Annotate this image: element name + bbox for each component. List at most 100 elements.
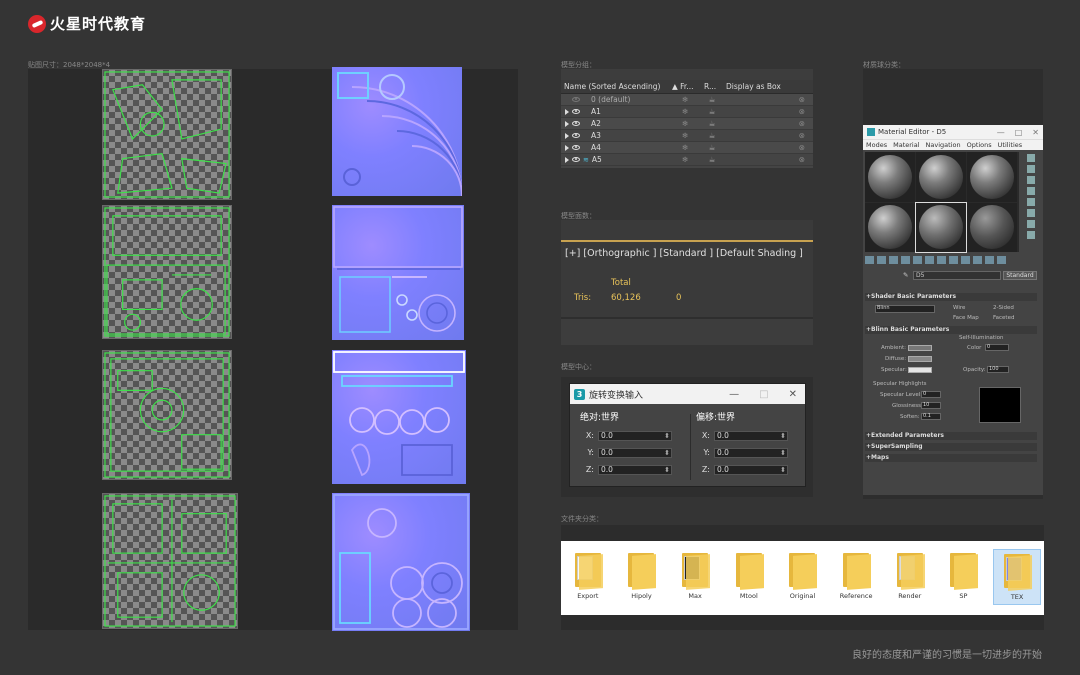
- layer-row[interactable]: A3 ❄ ☕ ⊗: [561, 130, 813, 142]
- eyedropper-icon[interactable]: ✎: [903, 271, 908, 279]
- sample-slot[interactable]: [916, 152, 966, 202]
- material-id-icon[interactable]: [949, 256, 958, 264]
- put-to-scene-icon[interactable]: [877, 256, 886, 264]
- make-preview-icon[interactable]: [1027, 209, 1035, 217]
- go-forward-icon[interactable]: [997, 256, 1006, 264]
- specular-swatch[interactable]: [908, 367, 932, 373]
- self-illum-value[interactable]: 0: [985, 344, 1009, 351]
- blinn-params-rollout[interactable]: Blinn Basic Parameters: [865, 326, 1037, 334]
- freeze-icon[interactable]: ❄: [669, 119, 701, 128]
- column-display-as-box[interactable]: Display as Box: [723, 82, 813, 91]
- offset-x-spinner[interactable]: 0.0: [714, 430, 788, 441]
- eye-icon[interactable]: [572, 145, 580, 150]
- box-icon[interactable]: ⊗: [723, 119, 813, 128]
- sample-slot[interactable]: [967, 152, 1017, 202]
- column-name[interactable]: Name (Sorted Ascending): [561, 82, 669, 91]
- layer-row[interactable]: 0 (default) ❄ ☕ ⊗: [561, 94, 813, 106]
- specular-level-value[interactable]: 0: [921, 391, 941, 398]
- menu-navigation[interactable]: Navigation: [926, 141, 961, 149]
- freeze-icon[interactable]: ❄: [669, 107, 701, 116]
- shader-params-rollout[interactable]: Shader Basic Parameters: [865, 293, 1037, 301]
- expand-icon[interactable]: [565, 108, 569, 115]
- menu-material[interactable]: Material: [893, 141, 919, 149]
- show-map-icon[interactable]: [961, 256, 970, 264]
- close-icon[interactable]: ✕: [1032, 128, 1039, 137]
- uv-tiling-icon[interactable]: [1027, 187, 1035, 195]
- faceted-checkbox[interactable]: Faceted: [993, 315, 1014, 321]
- folder-original[interactable]: Original: [778, 549, 826, 600]
- absolute-z-spinner[interactable]: 0.0: [598, 464, 672, 475]
- freeze-icon[interactable]: ❄: [669, 155, 701, 164]
- sample-slot[interactable]: [967, 202, 1017, 252]
- offset-y-spinner[interactable]: 0.0: [714, 447, 788, 458]
- extended-params-rollout[interactable]: Extended Parameters: [865, 432, 1037, 440]
- eye-icon[interactable]: [572, 121, 580, 126]
- maximize-icon[interactable]: □: [1015, 128, 1023, 137]
- maps-rollout[interactable]: Maps: [865, 454, 1037, 462]
- folder-sp[interactable]: SP: [939, 549, 987, 600]
- freeze-icon[interactable]: ❄: [669, 143, 701, 152]
- minimize-icon[interactable]: —: [997, 128, 1005, 137]
- color-checkbox[interactable]: Color: [967, 345, 981, 351]
- menu-utilities[interactable]: Utilities: [998, 141, 1022, 149]
- material-name-field[interactable]: D5: [913, 271, 1001, 280]
- eye-icon[interactable]: [572, 157, 580, 162]
- dialog-titlebar[interactable]: 3 旋转变换输入 — □ ✕: [570, 384, 805, 404]
- offset-z-spinner[interactable]: 0.0: [714, 464, 788, 475]
- sample-slot-selected[interactable]: [915, 201, 967, 253]
- options-icon[interactable]: [1027, 220, 1035, 228]
- video-check-icon[interactable]: [1027, 198, 1035, 206]
- folder-export[interactable]: Export: [564, 549, 612, 600]
- reset-map-icon[interactable]: [901, 256, 910, 264]
- sample-slot[interactable]: [865, 202, 915, 252]
- freeze-icon[interactable]: ❄: [669, 95, 701, 104]
- layer-row[interactable]: A4 ❄ ☕ ⊗: [561, 142, 813, 154]
- copy-material-icon[interactable]: [913, 256, 922, 264]
- box-icon[interactable]: ⊗: [723, 131, 813, 140]
- teapot-icon[interactable]: ☕: [701, 131, 723, 140]
- teapot-icon[interactable]: ☕: [701, 155, 723, 164]
- opacity-value[interactable]: 100: [987, 366, 1009, 373]
- diffuse-swatch[interactable]: [908, 356, 932, 362]
- eye-icon[interactable]: [572, 109, 580, 114]
- layer-row[interactable]: A1 ❄ ☕ ⊗: [561, 106, 813, 118]
- folder-max[interactable]: Max: [671, 549, 719, 600]
- menu-modes[interactable]: Modes: [866, 141, 887, 149]
- material-editor-titlebar[interactable]: Material Editor - D5 — □ ✕: [863, 125, 1043, 139]
- box-icon[interactable]: ⊗: [723, 107, 813, 116]
- sample-slot[interactable]: [865, 152, 915, 202]
- absolute-y-spinner[interactable]: 0.0: [598, 447, 672, 458]
- box-icon[interactable]: ⊗: [723, 155, 813, 164]
- make-unique-icon[interactable]: [925, 256, 934, 264]
- menu-options[interactable]: Options: [967, 141, 992, 149]
- soften-value[interactable]: 0.1: [921, 413, 941, 420]
- teapot-icon[interactable]: ☕: [701, 95, 723, 104]
- expand-icon[interactable]: [565, 132, 569, 139]
- teapot-icon[interactable]: ☕: [701, 143, 723, 152]
- folder-hipoly[interactable]: Hipoly: [617, 549, 665, 600]
- maximize-icon[interactable]: □: [759, 389, 768, 400]
- minimize-icon[interactable]: —: [729, 389, 739, 400]
- glossiness-value[interactable]: 10: [921, 402, 941, 409]
- teapot-icon[interactable]: ☕: [701, 107, 723, 116]
- layer-row[interactable]: ≋ A5 ❄ ☕ ⊗: [561, 154, 813, 166]
- sample-type-icon[interactable]: [1027, 154, 1035, 162]
- get-material-icon[interactable]: [865, 256, 874, 264]
- go-to-parent-icon[interactable]: [985, 256, 994, 264]
- show-end-result-icon[interactable]: [973, 256, 982, 264]
- box-icon[interactable]: ⊗: [723, 143, 813, 152]
- viewport-label[interactable]: [+] [Orthographic ] [Standard ] [Default…: [565, 248, 803, 259]
- teapot-icon[interactable]: ☕: [701, 119, 723, 128]
- folder-reference[interactable]: Reference: [832, 549, 880, 600]
- backlight-icon[interactable]: [1027, 165, 1035, 173]
- eye-icon[interactable]: [572, 133, 580, 138]
- material-type-button[interactable]: Standard: [1003, 271, 1037, 280]
- supersampling-rollout[interactable]: SuperSampling: [865, 443, 1037, 451]
- expand-icon[interactable]: [565, 120, 569, 127]
- layer-row[interactable]: A2 ❄ ☕ ⊗: [561, 118, 813, 130]
- wire-checkbox[interactable]: Wire: [953, 305, 965, 311]
- expand-icon[interactable]: [565, 156, 569, 163]
- ambient-swatch[interactable]: [908, 345, 932, 351]
- freeze-icon[interactable]: ❄: [669, 131, 701, 140]
- column-frozen[interactable]: ▲ Fr...: [669, 82, 701, 91]
